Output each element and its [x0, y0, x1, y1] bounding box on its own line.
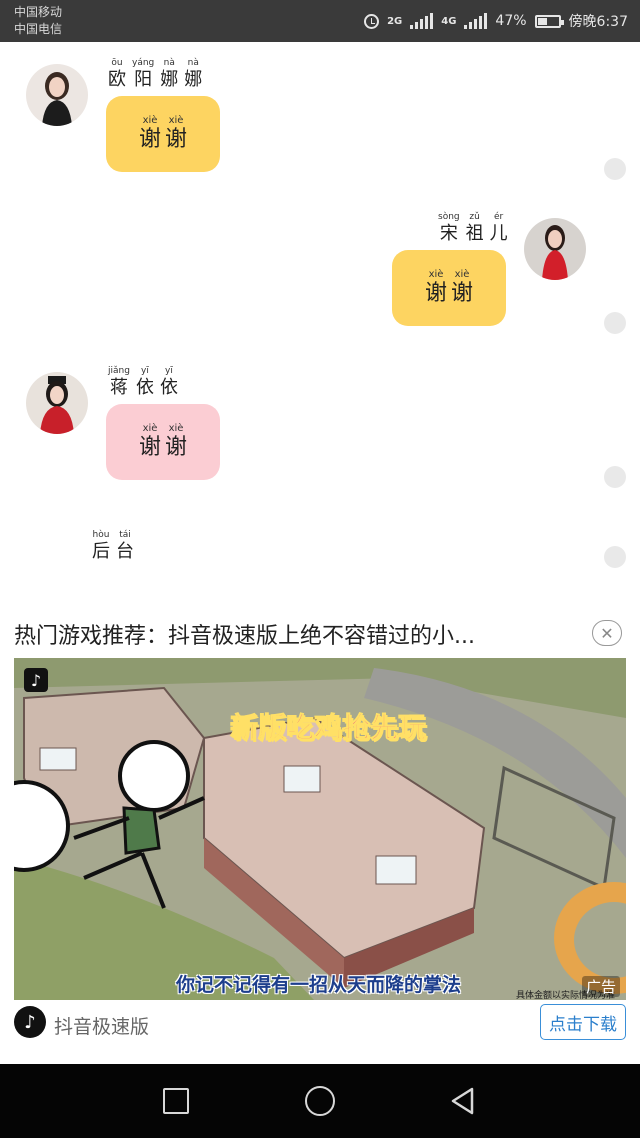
tiktok-logo-icon: ♪ [14, 1006, 46, 1038]
status-bar: 中国移动 中国电信 2G 4G 47% 傍晚6:37 [0, 0, 640, 42]
sender-name: ōu 欧 yáng 阳 nà 娜 nà 娜 [108, 58, 203, 90]
carrier-label: 中国移动 [14, 5, 63, 19]
ad-title[interactable]: 热门游戏推荐：抖音极速版上绝不容错过的小... [14, 618, 574, 650]
brand-name: 抖音极速版 [54, 1016, 150, 1038]
woman-red-costume-avatar [26, 372, 88, 434]
tiktok-icon: ♪ [31, 671, 41, 690]
navigation-bar [0, 1064, 640, 1138]
battery-percent: 47% [495, 13, 527, 29]
woman-black-dress-avatar [26, 64, 88, 126]
backstage-label: hòu 后 tái 台 [92, 530, 134, 562]
ad-image[interactable]: ♪ 新版吃鸡抢先玩 你记不记得有一招从天而降的掌法 具体金额以实际情况为准 广告 [14, 658, 626, 1000]
woman-red-dress-avatar [524, 218, 586, 280]
avatar[interactable] [26, 64, 88, 126]
clock: 傍晚6:37 [568, 14, 628, 30]
network-type: 2G [387, 15, 403, 27]
ad-caption: 你记不记得有一招从天而降的掌法 [176, 974, 462, 996]
carrier-label: 中国电信 [14, 22, 63, 36]
message-bubble[interactable]: xiè 谢 xiè 谢 [392, 250, 506, 326]
sender-name: jiǎng 蒋 yī 依 yī 依 [108, 366, 178, 398]
scroll-dot [604, 466, 626, 488]
avatar[interactable] [524, 218, 586, 280]
message-bubble[interactable]: xiè 谢 xiè 谢 [106, 404, 220, 480]
avatar[interactable] [26, 372, 88, 434]
ad-label: 广告 [581, 976, 620, 997]
message-bubble[interactable]: xiè 谢 xiè 谢 [106, 96, 220, 172]
alarm-icon [364, 13, 380, 29]
battery-icon [534, 14, 564, 28]
scroll-dot [604, 312, 626, 334]
triangle-back-icon[interactable] [448, 1086, 478, 1116]
download-button[interactable]: 点击下载 [540, 1004, 626, 1040]
scroll-dot [604, 546, 626, 568]
network-type: 4G [441, 15, 457, 27]
close-icon[interactable]: ✕ [592, 620, 622, 646]
sender-name: sòng 宋 zǔ 祖 ér 儿 [438, 212, 508, 244]
signal-icon [464, 13, 488, 29]
square-icon[interactable] [163, 1088, 189, 1114]
circle-icon[interactable] [305, 1086, 335, 1116]
scroll-dot [604, 158, 626, 180]
ad-headline: 新版吃鸡抢先玩 [229, 711, 427, 745]
ad-brand-row: ♪ 抖音极速版 点击下载 [14, 1004, 626, 1044]
signal-icon [410, 13, 434, 29]
